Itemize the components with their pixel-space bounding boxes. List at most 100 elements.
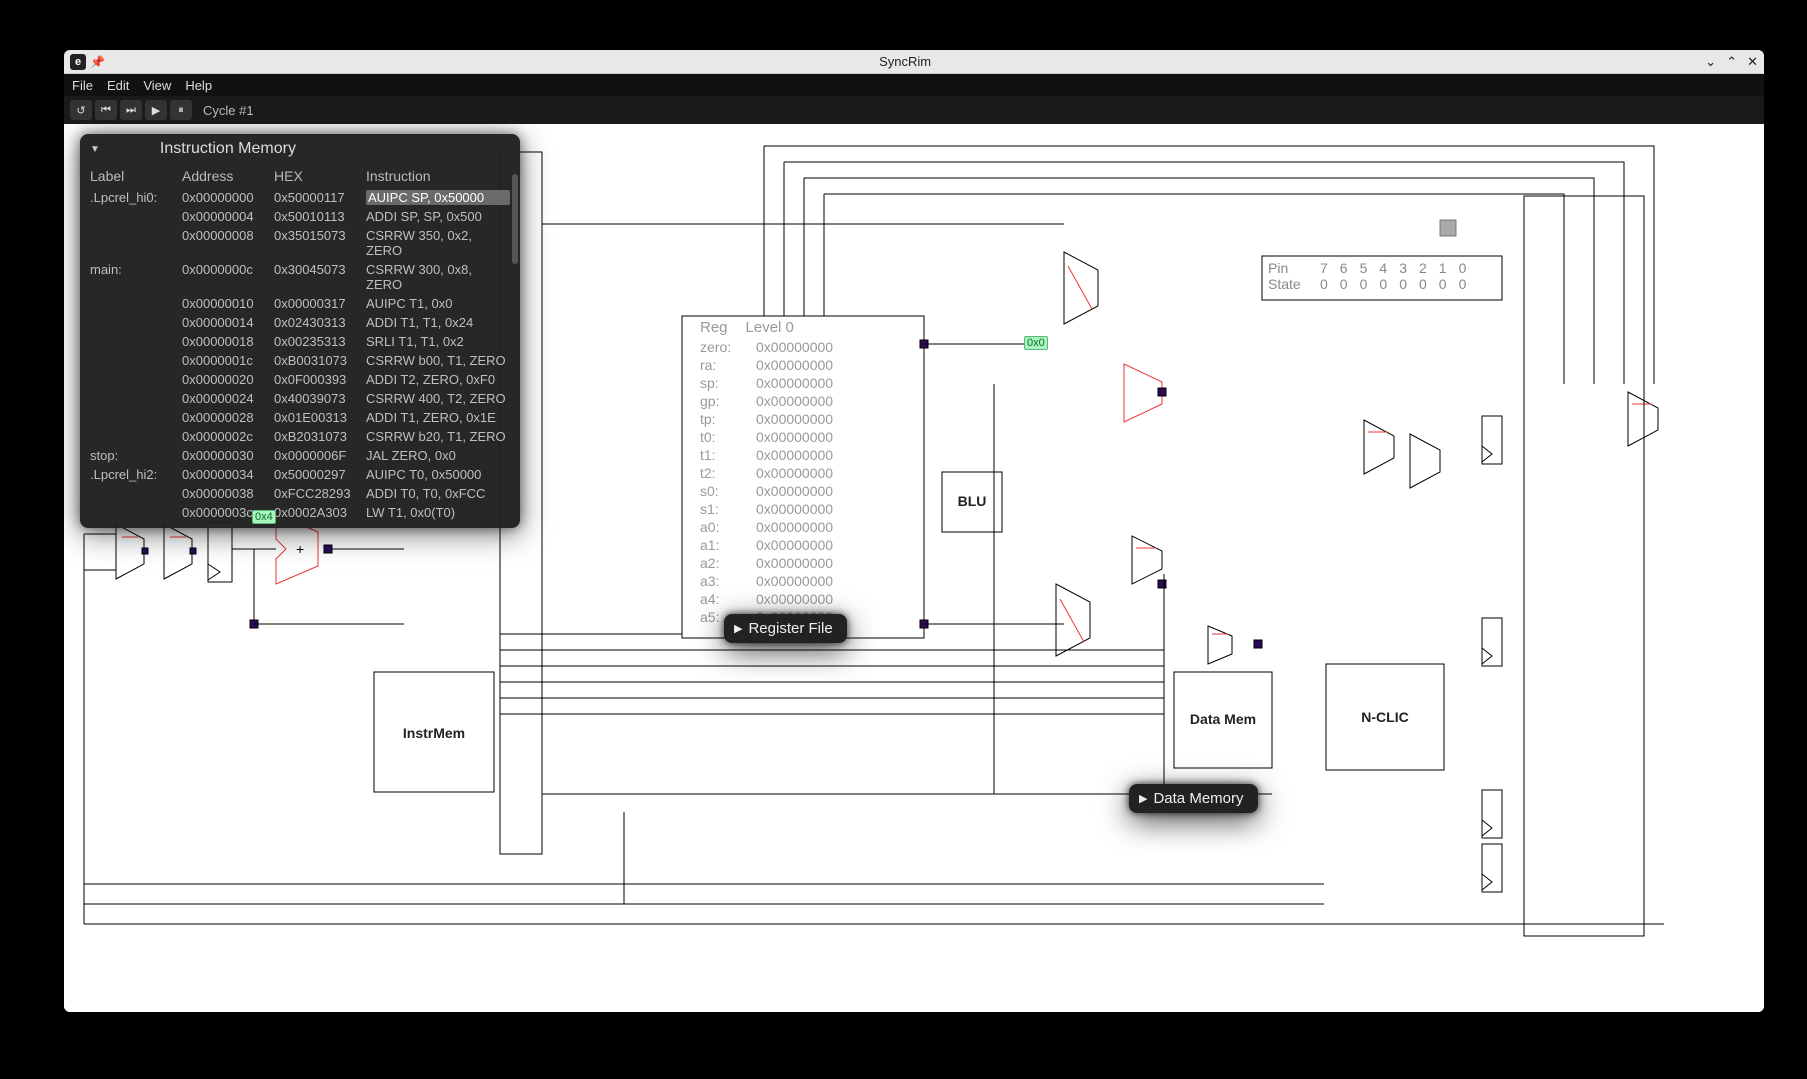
reg-value: 0x00000000 <box>756 500 833 518</box>
reg-name: a2: <box>700 554 744 572</box>
reg-value: 0x00000000 <box>756 392 833 410</box>
register-file-label: Register File <box>748 620 832 637</box>
col-hex: HEX <box>274 168 366 184</box>
imem-row[interactable]: 0x000000280x01E00313ADDI T1, ZERO, 0x1E <box>80 408 520 427</box>
imem-hex: 0xB2031073 <box>274 429 366 444</box>
imem-label <box>90 353 182 368</box>
reg-row: t2: 0x00000000 <box>700 464 940 482</box>
reg-row: a3: 0x00000000 <box>700 572 940 590</box>
canvas[interactable]: + InstrMem <box>64 124 1764 1012</box>
reg-name: zero: <box>700 338 744 356</box>
data-memory-button[interactable]: ▶ Data Memory <box>1129 784 1258 813</box>
imem-label <box>90 228 182 258</box>
imem-row[interactable]: 0x000000240x40039073CSRRW 400, T2, ZERO <box>80 389 520 408</box>
imem-hex: 0x50000117 <box>274 190 366 205</box>
reg-row: t0:0x00000000 <box>700 428 940 446</box>
imem-hex: 0x50000297 <box>274 467 366 482</box>
imem-label: .Lpcrel_hi0: <box>90 190 182 205</box>
imem-addr: 0x00000024 <box>182 391 274 406</box>
reg-value: 0x00000000 <box>756 572 833 590</box>
imem-label: .Lpcrel_hi2: <box>90 467 182 482</box>
menu-edit[interactable]: Edit <box>107 78 129 93</box>
imem-instr: ADDI T2, ZERO, 0xF0 <box>366 372 510 387</box>
menu-view[interactable]: View <box>143 78 171 93</box>
imem-row[interactable]: 0x0000003c0x0002A303LW T1, 0x0(T0) <box>80 503 520 522</box>
imem-instr: AUIPC T0, 0x50000 <box>366 467 510 482</box>
svg-text:InstrMem: InstrMem <box>403 725 465 741</box>
imem-hex: 0x0F000393 <box>274 372 366 387</box>
maximize-icon[interactable]: ⌃ <box>1726 54 1737 70</box>
register-file-button[interactable]: ▶ Register File <box>724 614 847 643</box>
col-instruction: Instruction <box>366 168 510 184</box>
reg-name: a3: <box>700 572 744 590</box>
reg-name: a0: <box>700 518 744 536</box>
toolbar: ↺ ⏮ ⏭ ▶ ⏸ Cycle #1 <box>64 96 1764 124</box>
svg-text:Data Mem: Data Mem <box>1190 711 1256 727</box>
imem-label <box>90 429 182 444</box>
imem-hex: 0x00235313 <box>274 334 366 349</box>
reg-row: t1:0x00000000 <box>700 446 940 464</box>
imem-instr: AUIPC T1, 0x0 <box>366 296 510 311</box>
imem-instr: JAL ZERO, 0x0 <box>366 448 510 463</box>
reg-name: t2: <box>700 464 744 482</box>
pin-icon[interactable]: 📌 <box>90 55 105 69</box>
reg-name: ra: <box>700 356 744 374</box>
imem-row[interactable]: 0x0000002c0xB2031073CSRRW b20, T1, ZERO <box>80 427 520 446</box>
imem-row[interactable]: 0x000000040x50010113ADDI SP, SP, 0x500 <box>80 207 520 226</box>
app-window: e 📌 SyncRim ⌄ ⌃ ✕ File Edit View Help ↺ … <box>64 50 1764 1012</box>
imem-row[interactable]: 0x000000380xFCC28293ADDI T0, T0, 0xFCC <box>80 484 520 503</box>
pause-button[interactable]: ⏸ <box>170 100 192 120</box>
reg-name: sp: <box>700 374 744 392</box>
play-icon: ▶ <box>734 622 742 635</box>
reg-value: 0x00000000 <box>756 410 833 428</box>
reg-row: sp:0x00000000 <box>700 374 940 392</box>
imem-row[interactable]: 0x000000200x0F000393ADDI T2, ZERO, 0xF0 <box>80 370 520 389</box>
reg-value: 0x00000000 <box>756 356 833 374</box>
imem-label <box>90 410 182 425</box>
menubar: File Edit View Help <box>64 74 1764 96</box>
value-tag-left: 0x4 <box>252 510 276 524</box>
imem-hex: 0xB0031073 <box>274 353 366 368</box>
close-icon[interactable]: ✕ <box>1747 54 1758 70</box>
imem-instr: CSRRW b00, T1, ZERO <box>366 353 510 368</box>
titlebar: e 📌 SyncRim ⌄ ⌃ ✕ <box>64 50 1764 74</box>
imem-instr: CSRRW b20, T1, ZERO <box>366 429 510 444</box>
reg-name: t0: <box>700 428 744 446</box>
play-button[interactable]: ▶ <box>145 100 167 120</box>
menu-file[interactable]: File <box>72 78 93 93</box>
imem-label <box>90 315 182 330</box>
imem-row[interactable]: main:0x0000000c0x30045073CSRRW 300, 0x8,… <box>80 260 520 294</box>
imem-instr: ADDI SP, SP, 0x500 <box>366 209 510 224</box>
collapse-icon[interactable]: ▼ <box>90 144 100 155</box>
instruction-memory-panel[interactable]: ▼ Instruction Memory Label Address HEX I… <box>80 134 520 528</box>
reg-name: tp: <box>700 410 744 428</box>
imem-addr: 0x00000008 <box>182 228 274 258</box>
imem-row[interactable]: 0x000000140x02430313ADDI T1, T1, 0x24 <box>80 313 520 332</box>
pin-table: Pin 7 6 5 4 3 2 1 0 State 0 0 0 0 0 0 0 … <box>1268 260 1466 292</box>
play-icon: ▶ <box>1139 792 1147 805</box>
undo-button[interactable]: ↺ <box>70 100 92 120</box>
imem-row[interactable]: 0x0000001c0xB0031073CSRRW b00, T1, ZERO <box>80 351 520 370</box>
reg-name: s1: <box>700 500 744 518</box>
step-back-button[interactable]: ⏮ <box>95 100 117 120</box>
menu-help[interactable]: Help <box>185 78 212 93</box>
imem-addr: 0x00000034 <box>182 467 274 482</box>
imem-hex: 0x01E00313 <box>274 410 366 425</box>
imem-row[interactable]: 0x000000080x35015073CSRRW 350, 0x2, ZERO <box>80 226 520 260</box>
imem-label: stop: <box>90 448 182 463</box>
state-label: State <box>1268 276 1308 292</box>
step-forward-button[interactable]: ⏭ <box>120 100 142 120</box>
imem-row[interactable]: 0x000000180x00235313SRLI T1, T1, 0x2 <box>80 332 520 351</box>
imem-row[interactable]: stop:0x000000300x0000006FJAL ZERO, 0x0 <box>80 446 520 465</box>
imem-instr: ADDI T1, T1, 0x24 <box>366 315 510 330</box>
register-file-panel: Reg Level 0 zero:0x00000000ra:0x00000000… <box>700 319 940 626</box>
minimize-icon[interactable]: ⌄ <box>1705 54 1716 70</box>
scrollbar[interactable] <box>512 174 518 264</box>
reg-row: tp: 0x00000000 <box>700 410 940 428</box>
imem-row[interactable]: 0x000000100x00000317AUIPC T1, 0x0 <box>80 294 520 313</box>
imem-instr: AUIPC SP, 0x50000 <box>366 190 510 205</box>
cycle-label: Cycle #1 <box>203 103 254 118</box>
imem-row[interactable]: .Lpcrel_hi0:0x000000000x50000117AUIPC SP… <box>80 188 520 207</box>
reg-value: 0x00000000 <box>756 464 833 482</box>
imem-row[interactable]: .Lpcrel_hi2:0x000000340x50000297AUIPC T0… <box>80 465 520 484</box>
